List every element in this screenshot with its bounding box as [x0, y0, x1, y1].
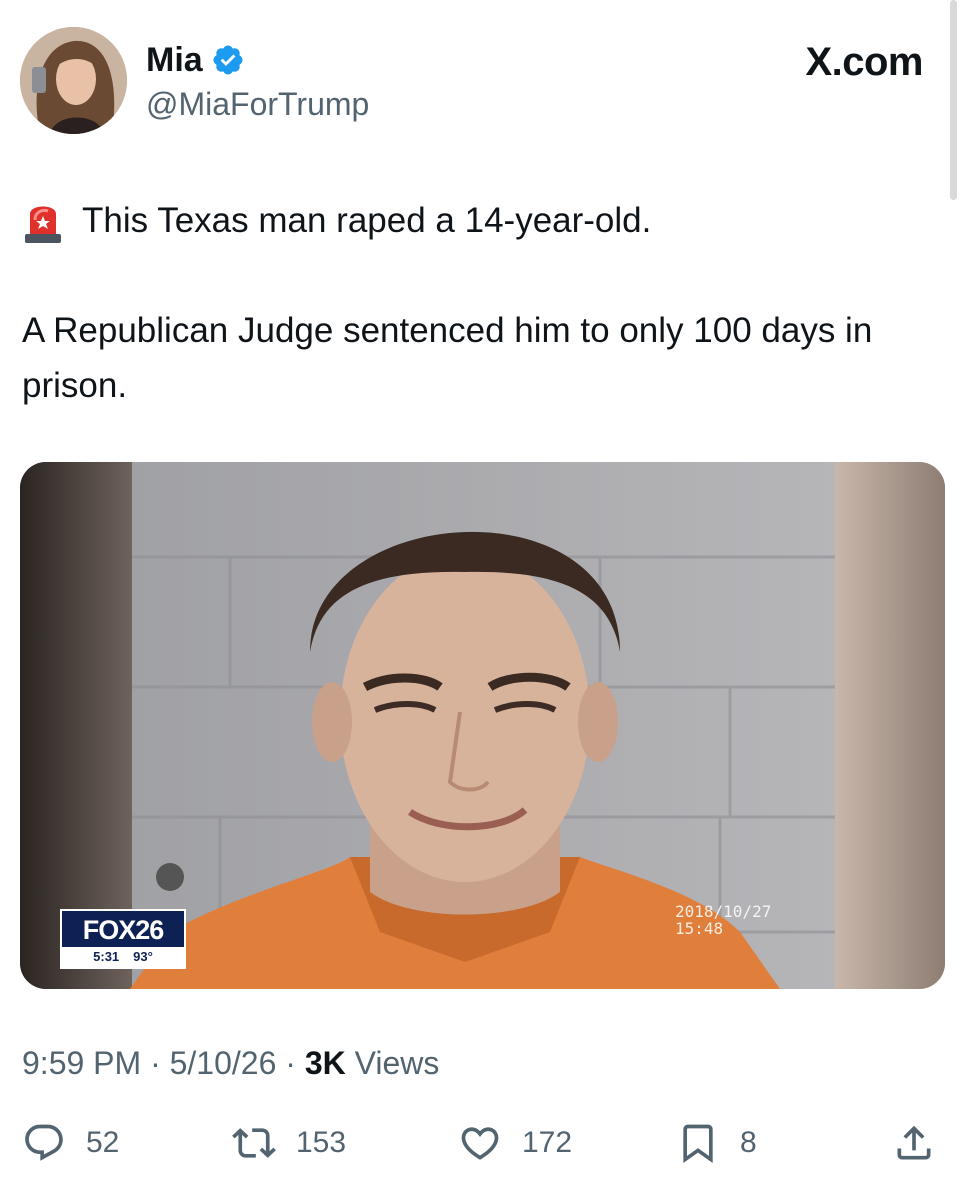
photo-date: 2018/10/27: [675, 902, 772, 921]
heart-icon: [461, 1127, 499, 1160]
bookmark-button[interactable]: 8: [676, 1115, 757, 1171]
tweet-time[interactable]: 9:59 PM: [22, 1045, 141, 1081]
tweet-line-2: A Republican Judge sentenced him to only…: [22, 311, 873, 405]
tweet-line-1: This Texas man raped a 14-year-old.: [82, 201, 652, 240]
share-button[interactable]: [892, 1115, 936, 1171]
fox26-logo-text: FOX26: [82, 915, 165, 945]
tweet-meta: 9:59 PM · 5/10/26 · 3K Views: [22, 1042, 439, 1084]
avatar[interactable]: [20, 27, 127, 134]
bookmark-count: 8: [740, 1126, 757, 1159]
fox26-logo-time: 5:31: [93, 949, 120, 964]
verified-badge-icon: [211, 43, 245, 77]
author-name-row[interactable]: Mia: [146, 40, 245, 80]
like-button[interactable]: 172: [458, 1115, 572, 1171]
meta-separator: ·: [285, 1045, 305, 1081]
photo-timestamp: 2018/10/27 15:48: [675, 903, 771, 937]
repost-button[interactable]: 153: [232, 1115, 346, 1171]
like-count: 172: [522, 1126, 573, 1159]
brand-watermark: X.com: [805, 40, 923, 84]
repost-count: 153: [296, 1126, 347, 1159]
reply-icon: [25, 1124, 63, 1161]
author-handle[interactable]: @MiaForTrump: [146, 84, 369, 124]
bookmark-icon: [683, 1124, 713, 1164]
photo-time: 15:48: [675, 919, 724, 938]
views-label: Views: [354, 1045, 440, 1081]
action-bar: 52 153 172 8: [0, 1115, 965, 1175]
tweet-media[interactable]: FOX26 5:31 93° 2018/10/27 15:48: [20, 462, 945, 989]
share-icon: [897, 1125, 931, 1160]
fox26-logo-temp: 93°: [133, 949, 153, 964]
fox26-logo: FOX26 5:31 93°: [60, 909, 186, 969]
scrollbar[interactable]: [950, 0, 957, 200]
tweet-date[interactable]: 5/10/26: [170, 1045, 277, 1081]
meta-separator: ·: [150, 1045, 170, 1081]
views-count: 3K: [304, 1045, 346, 1081]
repost-icon: [232, 1128, 276, 1158]
police-light-icon: [25, 206, 61, 243]
display-name[interactable]: Mia: [146, 40, 203, 80]
reply-count: 52: [86, 1126, 120, 1159]
reply-button[interactable]: 52: [22, 1115, 119, 1171]
tweet-text: This Texas man raped a 14-year-old. A Re…: [22, 193, 922, 413]
